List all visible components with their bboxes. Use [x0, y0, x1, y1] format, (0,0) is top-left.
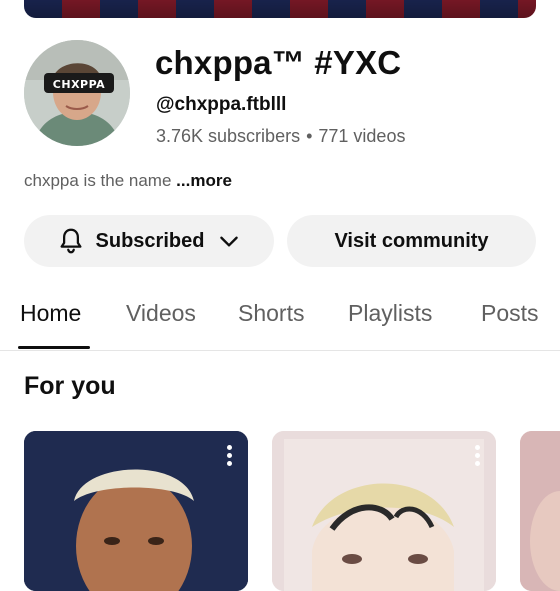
channel-avatar[interactable]: CHXPPA: [24, 40, 130, 146]
description-text: chxppa is the name: [24, 171, 172, 190]
channel-stats: 3.76K subscribers • 771 videos: [156, 126, 405, 147]
tab-videos[interactable]: Videos: [126, 300, 196, 327]
more-vertical-icon[interactable]: [226, 445, 232, 467]
video-count: 771 videos: [318, 126, 406, 146]
visit-community-label: Visit community: [334, 229, 489, 252]
bell-icon: [56, 226, 86, 256]
tab-home[interactable]: Home: [20, 300, 81, 327]
channel-tabs: Home Videos Shorts Playlists Posts: [0, 290, 560, 351]
chevron-down-icon: [216, 228, 242, 254]
video-thumbnail: [272, 431, 496, 591]
subscribed-button[interactable]: Subscribed: [24, 215, 274, 267]
more-vertical-icon[interactable]: [474, 445, 480, 467]
channel-banner[interactable]: [24, 0, 536, 18]
stats-separator: •: [306, 126, 313, 146]
video-thumbnail: [520, 431, 560, 591]
subscriber-count: 3.76K subscribers: [156, 126, 301, 146]
tab-playlists[interactable]: Playlists: [348, 300, 432, 327]
video-card[interactable]: [272, 431, 496, 591]
subscribed-label: Subscribed: [95, 229, 205, 252]
channel-handle: @chxppa.ftblll: [156, 94, 287, 115]
tab-posts[interactable]: Posts: [481, 300, 539, 327]
section-title: For you: [24, 372, 116, 400]
active-tab-indicator: [18, 346, 90, 349]
video-card[interactable]: [520, 431, 560, 591]
video-card[interactable]: [24, 431, 248, 591]
channel-name: chxppa™ #YXC: [155, 44, 402, 81]
visit-community-button[interactable]: Visit community: [287, 215, 536, 267]
more-link[interactable]: ...more: [176, 171, 232, 190]
avatar-image: CHXPPA: [24, 40, 130, 146]
tab-shorts[interactable]: Shorts: [238, 300, 304, 327]
avatar-overlay-text: CHXPPA: [53, 78, 105, 91]
channel-description[interactable]: chxppa is the name ...more: [24, 171, 232, 191]
video-thumbnail: [24, 431, 248, 591]
